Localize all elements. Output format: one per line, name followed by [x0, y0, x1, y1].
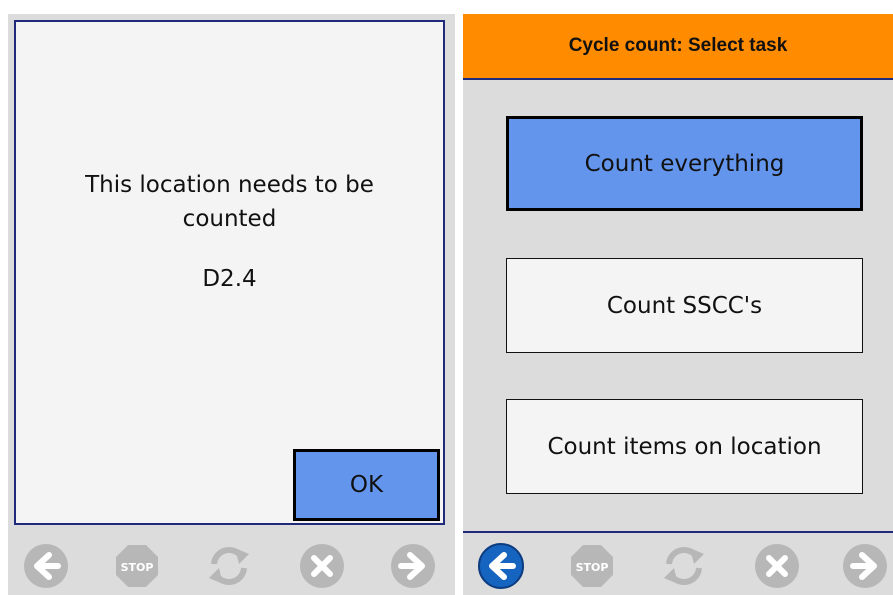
screen-title: Cycle count: Select task: [568, 35, 788, 56]
forward-arrow-icon[interactable]: [389, 542, 437, 590]
refresh-icon[interactable]: [660, 542, 708, 590]
stop-icon-label: STOP: [576, 561, 609, 574]
bottom-nav-bar: STOP: [463, 534, 893, 595]
location-code: D2.4: [202, 266, 257, 292]
stop-icon[interactable]: STOP: [113, 542, 161, 590]
cancel-icon[interactable]: [298, 542, 346, 590]
stop-icon[interactable]: STOP: [568, 542, 616, 590]
nav-divider: [463, 531, 893, 533]
location-prompt-screen: This location needs to be counted D2.4 O…: [8, 14, 455, 595]
location-dialog: This location needs to be counted D2.4 O…: [14, 20, 445, 525]
count-items-on-location-button[interactable]: Count items on location: [506, 399, 863, 494]
prompt-message: This location needs to be counted: [85, 172, 374, 232]
ok-button[interactable]: OK: [293, 449, 440, 521]
back-arrow-icon[interactable]: [477, 542, 525, 590]
count-everything-button[interactable]: Count everything: [506, 116, 863, 211]
bottom-nav-bar: STOP: [8, 534, 455, 595]
refresh-icon[interactable]: [205, 542, 253, 590]
back-arrow-icon[interactable]: [22, 542, 70, 590]
cancel-icon[interactable]: [753, 542, 801, 590]
screen-header: Cycle count: Select task: [463, 14, 893, 80]
stop-icon-label: STOP: [121, 561, 154, 574]
count-sscc-button[interactable]: Count SSCC's: [506, 258, 863, 353]
forward-arrow-icon[interactable]: [841, 542, 889, 590]
select-task-screen: Cycle count: Select task Count everythin…: [463, 14, 893, 595]
